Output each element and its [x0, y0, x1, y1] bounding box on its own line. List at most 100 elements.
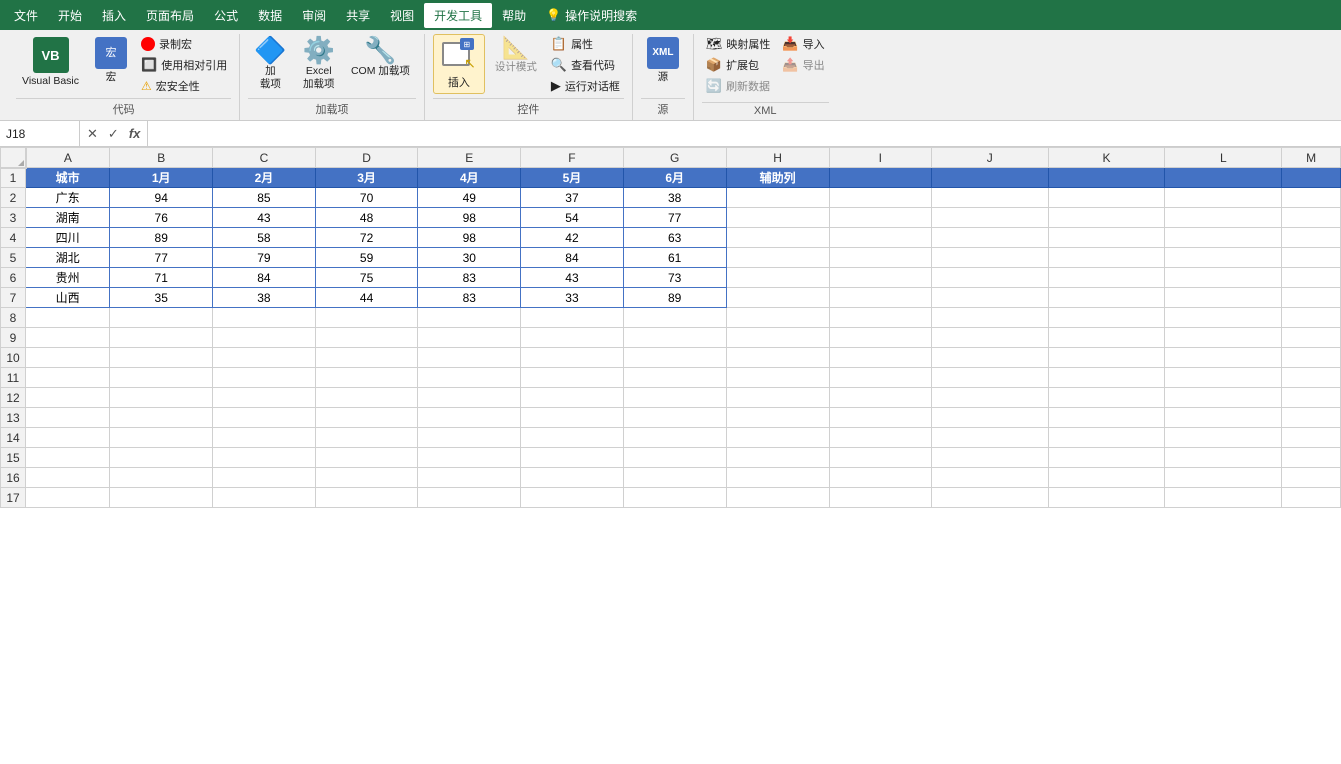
cell[interactable] — [1048, 368, 1165, 388]
cell[interactable] — [1282, 368, 1341, 388]
cell[interactable] — [726, 288, 829, 308]
cell[interactable] — [1048, 428, 1165, 448]
cell[interactable] — [1048, 168, 1165, 188]
cell[interactable]: 湖北 — [26, 248, 110, 268]
function-icon[interactable]: fx — [126, 125, 144, 142]
cell[interactable] — [213, 408, 316, 428]
import-button[interactable]: 📥 导入 — [778, 34, 828, 54]
cell[interactable] — [213, 308, 316, 328]
cell[interactable] — [1165, 188, 1282, 208]
row-header-13[interactable]: 13 — [1, 408, 26, 428]
cell[interactable] — [829, 308, 931, 328]
cell[interactable] — [1282, 308, 1341, 328]
cell[interactable] — [931, 368, 1048, 388]
cell[interactable] — [829, 288, 931, 308]
cell[interactable] — [931, 328, 1048, 348]
menu-search[interactable]: 💡 操作说明搜索 — [536, 3, 647, 28]
cell[interactable] — [26, 348, 110, 368]
cell[interactable]: 75 — [315, 268, 418, 288]
cell[interactable] — [1165, 408, 1282, 428]
cell[interactable] — [521, 328, 624, 348]
menu-start[interactable]: 开始 — [48, 3, 92, 28]
cell[interactable]: 49 — [418, 188, 521, 208]
cell[interactable]: 63 — [623, 228, 726, 248]
cell[interactable]: 70 — [315, 188, 418, 208]
cell[interactable]: 79 — [213, 248, 316, 268]
menu-data[interactable]: 数据 — [248, 3, 292, 28]
cell[interactable] — [315, 388, 418, 408]
cell[interactable] — [726, 328, 829, 348]
cell[interactable] — [1282, 168, 1341, 188]
cell[interactable] — [213, 488, 316, 508]
cell[interactable]: 湖南 — [26, 208, 110, 228]
col-header-j[interactable]: J — [931, 148, 1048, 168]
cell[interactable] — [829, 168, 931, 188]
cell[interactable] — [1165, 268, 1282, 288]
cell[interactable] — [726, 228, 829, 248]
row-header-6[interactable]: 6 — [1, 268, 26, 288]
cell[interactable]: 72 — [315, 228, 418, 248]
cell[interactable]: 山西 — [26, 288, 110, 308]
cell[interactable] — [1282, 188, 1341, 208]
cell[interactable]: 77 — [623, 208, 726, 228]
cell[interactable] — [213, 468, 316, 488]
record-macro-button[interactable]: 录制宏 — [137, 34, 231, 54]
cell[interactable] — [1048, 228, 1165, 248]
col-header-c[interactable]: C — [213, 148, 316, 168]
cell[interactable] — [1282, 208, 1341, 228]
cell[interactable] — [315, 408, 418, 428]
cell[interactable] — [213, 348, 316, 368]
cell[interactable] — [1165, 448, 1282, 468]
cell[interactable] — [521, 388, 624, 408]
cell[interactable] — [829, 488, 931, 508]
cell[interactable] — [110, 448, 213, 468]
source-button[interactable]: XML 源 — [641, 34, 685, 87]
cell[interactable]: 2月 — [213, 168, 316, 188]
view-code-button[interactable]: 🔍 查看代码 — [547, 55, 624, 75]
cell[interactable] — [726, 388, 829, 408]
cell[interactable] — [931, 208, 1048, 228]
row-header-12[interactable]: 12 — [1, 388, 26, 408]
cell[interactable]: 贵州 — [26, 268, 110, 288]
cell[interactable]: 73 — [623, 268, 726, 288]
row-header-14[interactable]: 14 — [1, 428, 26, 448]
row-header-5[interactable]: 5 — [1, 248, 26, 268]
row-header-11[interactable]: 11 — [1, 368, 26, 388]
cell[interactable] — [1282, 248, 1341, 268]
cell[interactable] — [931, 168, 1048, 188]
macro-button[interactable]: 宏 宏 — [89, 34, 133, 87]
expansion-pack-button[interactable]: 📦 扩展包 — [702, 55, 775, 75]
cell[interactable] — [829, 228, 931, 248]
cell[interactable]: 83 — [418, 268, 521, 288]
cell[interactable]: 城市 — [26, 168, 110, 188]
cell[interactable] — [1048, 208, 1165, 228]
cell[interactable] — [931, 348, 1048, 368]
cell[interactable] — [418, 348, 521, 368]
cell[interactable]: 83 — [418, 288, 521, 308]
cell[interactable]: 辅助列 — [726, 168, 829, 188]
cell[interactable] — [829, 268, 931, 288]
cell[interactable] — [829, 388, 931, 408]
col-header-m[interactable]: M — [1282, 148, 1341, 168]
cell[interactable] — [1165, 488, 1282, 508]
cell[interactable] — [418, 308, 521, 328]
excel-addins-button[interactable]: ⚙️ Excel加载项 — [297, 34, 341, 93]
menu-view[interactable]: 视图 — [380, 3, 424, 28]
cell[interactable]: 33 — [521, 288, 624, 308]
row-header-2[interactable]: 2 — [1, 188, 26, 208]
cell[interactable] — [418, 408, 521, 428]
cell[interactable] — [726, 248, 829, 268]
cell[interactable] — [1165, 428, 1282, 448]
design-mode-button[interactable]: 📐 设计模式 — [489, 34, 543, 77]
cell[interactable] — [1282, 348, 1341, 368]
cell[interactable] — [521, 468, 624, 488]
cell[interactable] — [931, 268, 1048, 288]
col-header-i[interactable]: I — [829, 148, 931, 168]
cell[interactable] — [213, 428, 316, 448]
col-header-f[interactable]: F — [521, 148, 624, 168]
name-box[interactable] — [0, 121, 80, 146]
cell[interactable]: 44 — [315, 288, 418, 308]
cell[interactable]: 38 — [213, 288, 316, 308]
cell[interactable] — [1282, 488, 1341, 508]
cell[interactable]: 38 — [623, 188, 726, 208]
